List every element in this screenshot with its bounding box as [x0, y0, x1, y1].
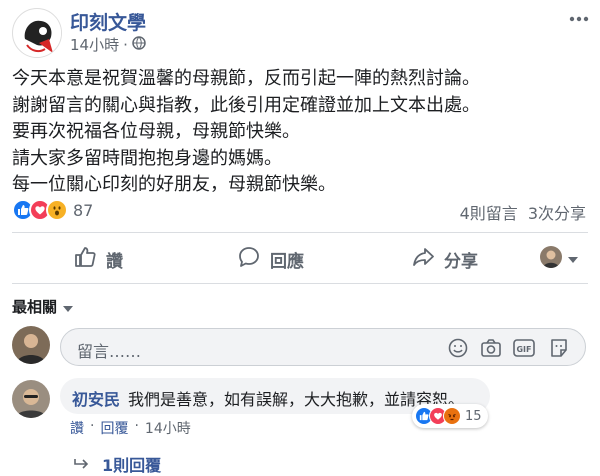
separator-dot: · [90, 418, 95, 434]
page-name[interactable]: 印刻文學 [70, 8, 146, 35]
sticker-icon[interactable] [548, 337, 570, 359]
comment-like-link[interactable]: 讚 [70, 418, 84, 438]
post-text: 今天本意是祝賀溫馨的母親節，反而引起一陣的熱烈討論。 謝謝留言的關心與指教，此後… [12, 66, 592, 199]
divider [12, 232, 588, 233]
post-stats: 4則留言 3次分享 [460, 200, 586, 224]
post-time[interactable]: 14小時 [70, 34, 119, 55]
comment-button[interactable]: 回應 [238, 244, 304, 274]
speech-bubble-icon [238, 246, 260, 273]
view-replies[interactable]: 1則回覆 [74, 452, 161, 476]
camera-icon[interactable] [480, 337, 502, 359]
angry-icon [443, 407, 461, 425]
comment-placeholder: 留言…… [77, 342, 142, 361]
globe-icon [132, 35, 146, 54]
post-line: 今天本意是祝賀溫馨的母親節，反而引起一陣的熱烈討論。 [12, 68, 480, 89]
post-meta: 14小時 · [70, 34, 146, 55]
share-arrow-icon [412, 246, 434, 273]
gif-icon[interactable]: GIF [513, 337, 535, 359]
comment-count[interactable]: 4則留言 [460, 200, 518, 224]
svg-text:GIF: GIF [516, 345, 531, 354]
current-user-avatar [12, 326, 50, 364]
commenter-avatar[interactable] [12, 380, 50, 418]
comment-reaction-count: 15 [465, 408, 482, 424]
share-count[interactable]: 3次分享 [528, 200, 586, 224]
viewer-avatar [540, 246, 562, 268]
caret-down-icon [63, 298, 74, 316]
reply-arrow-icon [74, 455, 90, 474]
comment-author[interactable]: 初安民 [72, 390, 120, 409]
comment-input[interactable]: 留言…… GIF [60, 328, 586, 366]
comment-reply-link[interactable]: 回覆 [100, 418, 128, 438]
page-avatar[interactable] [12, 8, 62, 58]
replies-label: 1則回覆 [102, 456, 162, 475]
thumbs-up-icon [74, 246, 96, 273]
reaction-count[interactable]: 87 [73, 201, 93, 220]
post-line: 每一位關心印刻的好朋友，母親節快樂。 [12, 174, 336, 195]
sort-label: 最相關 [12, 298, 58, 316]
caret-down-icon [568, 248, 578, 267]
comment-text: 我們是善意，如有誤解，大大抱歉，並請容恕。 [128, 390, 465, 409]
reactions-summary[interactable]: 87 [12, 198, 93, 222]
post-line: 要再次祝福各位母親，母親節快樂。 [12, 121, 300, 142]
post-as-selector[interactable] [540, 246, 578, 268]
post-line: 請大家多留時間抱抱身邊的媽媽。 [12, 147, 282, 169]
like-label: 讚 [106, 251, 123, 272]
wow-icon [46, 199, 68, 221]
separator-dot: · [123, 35, 128, 54]
comment-time[interactable]: 14小時 [145, 418, 191, 438]
divider [12, 283, 588, 284]
more-options-icon[interactable] [568, 8, 590, 30]
separator-dot: · [134, 418, 139, 434]
share-label: 分享 [444, 251, 478, 272]
comment-reactions[interactable]: 15 [412, 404, 488, 428]
comment-label: 回應 [270, 251, 304, 272]
post-line: 謝謝留言的關心與指教，此後引用定確證並加上文本出處。 [12, 94, 480, 116]
comment-sort[interactable]: 最相關 [12, 296, 74, 317]
comment-actions: 讚 · 回覆 · 14小時 [70, 418, 191, 438]
like-button[interactable]: 讚 [74, 244, 123, 274]
share-button[interactable]: 分享 [412, 244, 478, 274]
emoji-icon[interactable] [447, 337, 469, 359]
